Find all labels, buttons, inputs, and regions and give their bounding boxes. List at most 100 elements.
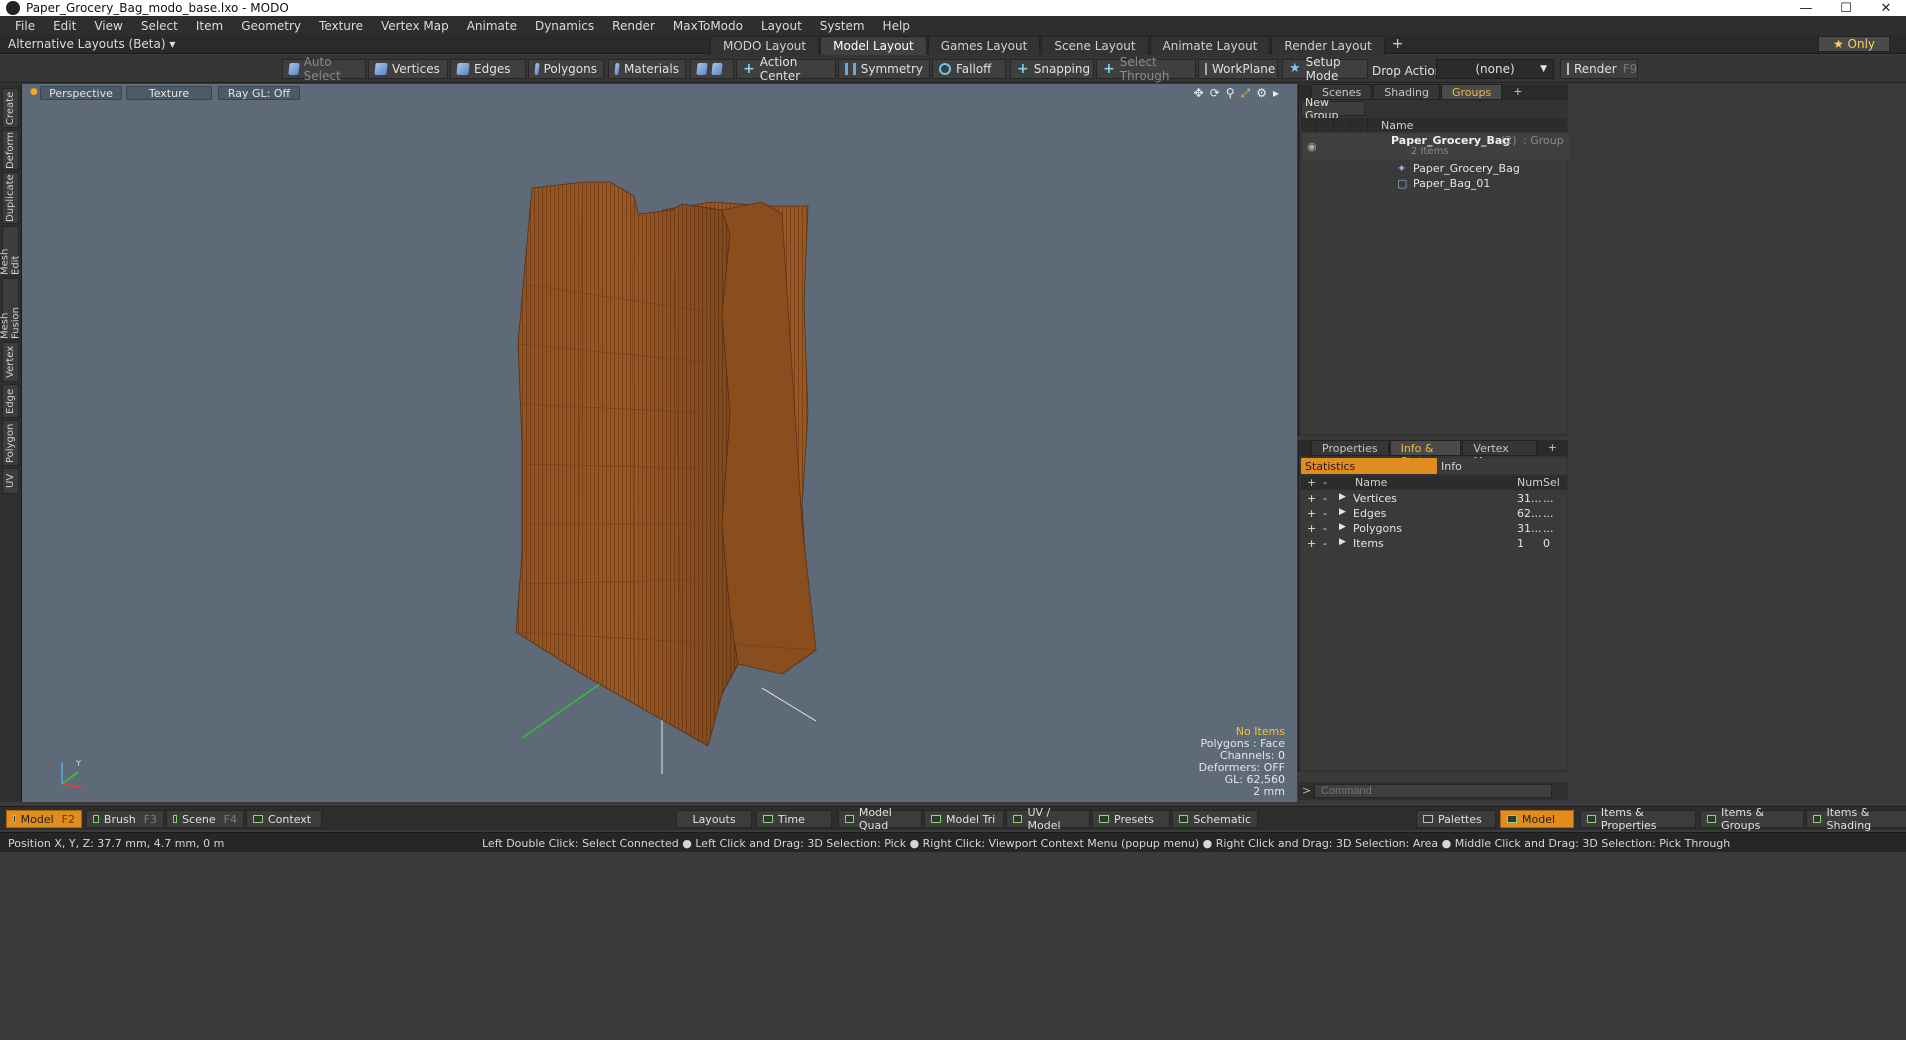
time-button[interactable]: Time	[756, 810, 832, 828]
tab-info[interactable]: Info	[1437, 458, 1567, 474]
auto-select-button[interactable]: Auto Select	[282, 55, 366, 83]
model-layout-button[interactable]: Model	[1500, 810, 1574, 828]
items-shading-button[interactable]: Items & Shading	[1806, 806, 1906, 832]
tab-animate-layout[interactable]: Animate Layout	[1149, 36, 1271, 57]
render-button[interactable]: Render F9	[1560, 59, 1638, 79]
layouts-button[interactable]: Layouts	[676, 810, 752, 828]
scene-mode-button[interactable]: Scene F4	[166, 810, 244, 828]
items-groups-button[interactable]: Items & Groups	[1700, 806, 1804, 832]
menu-select[interactable]: Select	[132, 19, 187, 33]
menu-maxtomodo[interactable]: MaxToModo	[664, 19, 752, 33]
remove-icon[interactable]: -	[1323, 507, 1327, 520]
brush-mode-button[interactable]: Brush F3	[86, 810, 164, 828]
expand-arrow-icon[interactable]: ▶	[1339, 492, 1346, 502]
add-tab-button[interactable]: +	[1503, 84, 1532, 100]
tab-edge[interactable]: Edge	[2, 384, 19, 418]
setup-mode-button[interactable]: ★ Setup Mode	[1282, 55, 1368, 83]
render-column-icon[interactable]	[1318, 118, 1334, 132]
menu-help[interactable]: Help	[874, 19, 919, 33]
model-tri-button[interactable]: Model Tri	[924, 810, 1004, 828]
tab-polygon[interactable]: Polygon	[2, 420, 19, 466]
list-item[interactable]: ✦ Paper_Grocery_Bag	[1303, 162, 1569, 176]
close-button[interactable]: ✕	[1866, 0, 1906, 16]
menu-layout[interactable]: Layout	[752, 19, 811, 33]
action-center-button[interactable]: + Action Center	[736, 55, 836, 83]
materials-button[interactable]: Materials	[608, 59, 686, 79]
polygons-button[interactable]: Polygons	[528, 59, 604, 79]
presets-button[interactable]: Presets	[1092, 810, 1170, 828]
items-properties-button[interactable]: Items & Properties	[1580, 806, 1696, 832]
tab-shading[interactable]: Shading	[1373, 84, 1440, 100]
add-layout-button[interactable]: +	[1386, 36, 1410, 57]
maximize-button[interactable]: ☐	[1826, 0, 1866, 16]
context-button[interactable]: Context	[246, 810, 322, 828]
workplane-button[interactable]: WorkPlane	[1198, 59, 1278, 79]
palettes-button[interactable]: Palettes	[1416, 810, 1496, 828]
minimize-button[interactable]: —	[1786, 0, 1826, 16]
menu-texture[interactable]: Texture	[310, 19, 372, 33]
remove-icon[interactable]: -	[1323, 522, 1327, 535]
tab-duplicate[interactable]: Duplicate	[2, 172, 19, 224]
drop-action-select[interactable]: (none) ▼	[1436, 59, 1554, 79]
add-icon[interactable]: +	[1307, 522, 1316, 535]
menu-item[interactable]: Item	[187, 19, 232, 33]
schematic-button[interactable]: Schematic	[1172, 810, 1258, 828]
expand-arrow-icon[interactable]: ▶	[1339, 537, 1346, 547]
menu-render[interactable]: Render	[603, 19, 664, 33]
add-icon[interactable]: +	[1307, 537, 1316, 550]
expand-arrow-icon[interactable]: ▶	[1339, 522, 1346, 532]
visibility-column-icon[interactable]	[1301, 118, 1317, 132]
list-item[interactable]: ▢ Paper_Bag_01	[1303, 177, 1569, 191]
tab-create[interactable]: Create	[2, 88, 19, 128]
tab-mesh-fusion[interactable]: Mesh Fusion	[0, 278, 22, 340]
tab-uv[interactable]: UV	[2, 468, 19, 494]
tab-vertex[interactable]: Vertex	[2, 342, 19, 382]
tab-mesh-edit[interactable]: Mesh Edit	[0, 226, 22, 276]
command-input[interactable]	[1314, 784, 1552, 798]
table-row[interactable]: + - ▶ Items 1 0	[1303, 537, 1569, 552]
menu-dynamics[interactable]: Dynamics	[526, 19, 603, 33]
table-row[interactable]: + - ▶ Polygons 31... ...	[1303, 522, 1569, 537]
menu-edit[interactable]: Edit	[44, 19, 85, 33]
tab-properties[interactable]: Properties	[1311, 440, 1389, 456]
select-column-icon[interactable]	[1352, 118, 1368, 132]
menu-system[interactable]: System	[811, 19, 874, 33]
new-group-button[interactable]: New Group	[1301, 96, 1365, 122]
menu-geometry[interactable]: Geometry	[232, 19, 310, 33]
menu-animate[interactable]: Animate	[458, 19, 526, 33]
model-mode-button[interactable]: Model F2	[6, 810, 82, 828]
model-quad-button[interactable]: Model Quad	[838, 806, 922, 832]
tab-games-layout[interactable]: Games Layout	[927, 36, 1041, 57]
tab-model-layout[interactable]: Model Layout	[820, 36, 927, 57]
add-tab-button[interactable]: +	[1538, 440, 1567, 456]
remove-icon[interactable]: -	[1323, 537, 1327, 550]
3d-viewport[interactable]: ● Perspective Texture Ray GL: Off ✥ ⟳ ⚲ …	[22, 84, 1297, 802]
menu-vertex-map[interactable]: Vertex Map	[372, 19, 458, 33]
expand-arrow-icon[interactable]: ▶	[1339, 507, 1346, 517]
vertices-button[interactable]: Vertices	[368, 59, 448, 79]
uv-model-button[interactable]: UV / Model	[1006, 806, 1090, 832]
add-icon[interactable]: +	[1307, 507, 1316, 520]
menu-file[interactable]: File	[6, 19, 44, 33]
snapping-button[interactable]: + Snapping	[1010, 59, 1094, 79]
tab-deform[interactable]: Deform	[2, 130, 19, 170]
symmetry-button[interactable]: Symmetry	[838, 59, 930, 79]
falloff-button[interactable]: Falloff	[932, 59, 1006, 79]
tab-vertex-maps[interactable]: Vertex Maps	[1462, 440, 1537, 468]
tab-scene-layout[interactable]: Scene Layout	[1041, 36, 1149, 57]
tab-statistics[interactable]: Statistics	[1301, 458, 1437, 474]
tab-info-stats[interactable]: Info & Stats	[1389, 440, 1462, 468]
only-button[interactable]: ★ Only	[1818, 36, 1890, 52]
pivot-tools-button[interactable]	[690, 59, 734, 79]
add-icon[interactable]: +	[1307, 492, 1316, 505]
tab-modo-layout[interactable]: MODO Layout	[710, 36, 820, 57]
edges-button[interactable]: Edges	[450, 59, 526, 79]
lock-column-icon[interactable]	[1335, 118, 1351, 132]
tab-groups[interactable]: Groups	[1440, 84, 1503, 100]
menu-view[interactable]: View	[85, 19, 131, 33]
tab-render-layout[interactable]: Render Layout	[1271, 36, 1385, 57]
table-row[interactable]: + - ▶ Vertices 31... ...	[1303, 492, 1569, 507]
remove-icon[interactable]: -	[1323, 492, 1327, 505]
group-row[interactable]: ◉ Paper_Grocery_Bag (2) : Group 2 Items	[1303, 134, 1569, 160]
table-row[interactable]: + - ▶ Edges 62... ...	[1303, 507, 1569, 522]
